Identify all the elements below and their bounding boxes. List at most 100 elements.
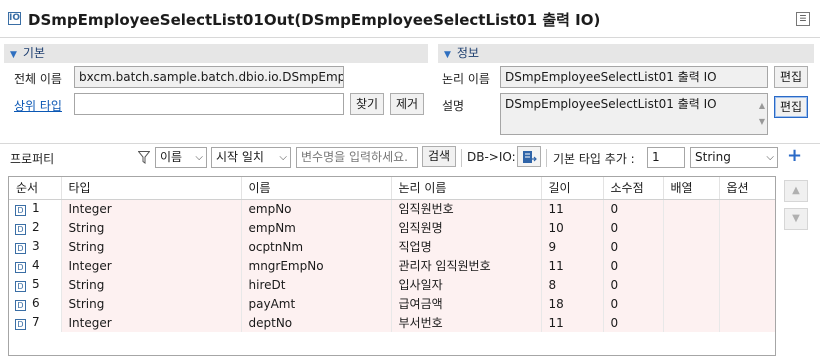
column-header[interactable]: 이름 xyxy=(241,177,392,200)
array-cell[interactable] xyxy=(663,313,720,332)
logical-name-cell[interactable]: 관리자 임직원번호 xyxy=(391,256,542,275)
array-cell[interactable] xyxy=(663,294,720,313)
match-mode-select[interactable]: 시작 일치 ⌵ xyxy=(211,147,291,168)
table-header-row: 순서 타입 이름 논리 이름 길이 소수점 배열 옵션 xyxy=(9,177,775,200)
type-cell[interactable]: String xyxy=(61,294,242,313)
column-header[interactable]: 배열 xyxy=(663,177,720,200)
decimal-cell[interactable]: 0 xyxy=(603,313,664,332)
option-cell[interactable] xyxy=(719,275,775,294)
type-cell[interactable]: String xyxy=(61,275,242,294)
description-edit-button[interactable]: 편집 xyxy=(774,96,808,118)
description-field[interactable]: DSmpEmployeeSelectList01 출력 IO ▲ ▼ xyxy=(500,93,768,135)
length-cell[interactable]: 8 xyxy=(541,275,604,294)
length-cell[interactable]: 11 xyxy=(541,313,604,332)
info-section-header[interactable]: ▼ 정보 xyxy=(438,44,814,63)
logical-name-cell[interactable]: 직업명 xyxy=(391,237,542,256)
db-to-io-button[interactable] xyxy=(517,146,541,167)
table-row[interactable]: D1 Integer empNo 임직원번호 11 0 xyxy=(9,199,775,218)
scroll-down-icon[interactable]: ▼ xyxy=(759,112,765,132)
chevron-down-icon: ⌵ xyxy=(766,152,774,163)
decimal-cell[interactable]: 0 xyxy=(603,256,664,275)
basic-section-title: 기본 xyxy=(22,46,46,60)
option-cell[interactable] xyxy=(719,218,775,237)
option-cell[interactable] xyxy=(719,256,775,275)
option-cell[interactable] xyxy=(719,199,775,218)
column-header[interactable]: 옵션 xyxy=(719,177,775,200)
type-select[interactable]: String ⌵ xyxy=(690,147,778,168)
option-cell[interactable] xyxy=(719,313,775,332)
decimal-cell[interactable]: 0 xyxy=(603,275,664,294)
type-cell[interactable]: Integer xyxy=(61,313,242,332)
array-cell[interactable] xyxy=(663,199,720,218)
triangle-up-icon: ▲ xyxy=(792,185,800,196)
table-row[interactable]: D2 String empNm 임직원명 10 0 xyxy=(9,218,775,237)
array-cell[interactable] xyxy=(663,237,720,256)
table-row[interactable]: D6 String payAmt 급여금액 18 0 xyxy=(9,294,775,313)
table-row[interactable]: D4 Integer mngrEmpNo 관리자 임직원번호 11 0 xyxy=(9,256,775,275)
length-cell[interactable]: 10 xyxy=(541,218,604,237)
logical-name-cell[interactable]: 입사일자 xyxy=(391,275,542,294)
view-menu-icon[interactable]: ☰ xyxy=(796,12,810,26)
name-cell[interactable]: empNo xyxy=(241,199,392,218)
full-name-field[interactable]: bxcm.batch.sample.batch.dbio.io.DSmpEmpl… xyxy=(74,66,344,88)
logical-name-cell[interactable]: 부서번호 xyxy=(391,313,542,332)
filter-icon xyxy=(138,151,150,164)
parent-type-field[interactable] xyxy=(74,93,344,115)
data-field-icon: D xyxy=(15,224,26,235)
length-cell[interactable]: 18 xyxy=(541,294,604,313)
move-down-button[interactable]: ▼ xyxy=(784,208,808,230)
logical-name-cell[interactable]: 급여금액 xyxy=(391,294,542,313)
move-up-button[interactable]: ▲ xyxy=(784,180,808,202)
length-cell[interactable]: 11 xyxy=(541,199,604,218)
order-cell: 6 xyxy=(32,296,40,310)
name-cell[interactable]: empNm xyxy=(241,218,392,237)
decimal-cell[interactable]: 0 xyxy=(603,237,664,256)
type-cell[interactable]: Integer xyxy=(61,256,242,275)
option-cell[interactable] xyxy=(719,237,775,256)
remove-button[interactable]: 제거 xyxy=(390,93,424,115)
table-row[interactable]: D7 Integer deptNo 부서번호 11 0 xyxy=(9,313,775,332)
length-cell[interactable]: 11 xyxy=(541,256,604,275)
name-cell[interactable]: ocptnNm xyxy=(241,237,392,256)
add-plus-icon[interactable]: + xyxy=(787,145,802,166)
table-row[interactable]: D5 String hireDt 입사일자 8 0 xyxy=(9,275,775,294)
option-cell[interactable] xyxy=(719,294,775,313)
column-header[interactable]: 논리 이름 xyxy=(391,177,542,200)
logical-name-field[interactable]: DSmpEmployeeSelectList01 출력 IO xyxy=(500,66,768,88)
array-cell[interactable] xyxy=(663,256,720,275)
logical-name-cell[interactable]: 임직원명 xyxy=(391,218,542,237)
decimal-cell[interactable]: 0 xyxy=(603,218,664,237)
name-cell[interactable]: mngrEmpNo xyxy=(241,256,392,275)
column-header[interactable]: 소수점 xyxy=(603,177,664,200)
length-cell[interactable]: 9 xyxy=(541,237,604,256)
parent-type-link[interactable]: 상위 타입 xyxy=(14,97,62,114)
basic-section-header[interactable]: ▼ 기본 xyxy=(4,44,428,63)
type-cell[interactable]: String xyxy=(61,218,242,237)
name-cell[interactable]: payAmt xyxy=(241,294,392,313)
logical-name-cell[interactable]: 임직원번호 xyxy=(391,199,542,218)
type-cell[interactable]: Integer xyxy=(61,199,242,218)
filter-field-select[interactable]: 이름 ⌵ xyxy=(155,147,207,168)
column-header[interactable]: 길이 xyxy=(541,177,604,200)
data-field-icon: D xyxy=(15,300,26,311)
search-input[interactable]: 변수명을 입력하세요. xyxy=(296,147,418,168)
decimal-cell[interactable]: 0 xyxy=(603,199,664,218)
find-button[interactable]: 찾기 xyxy=(350,93,384,115)
name-cell[interactable]: hireDt xyxy=(241,275,392,294)
column-header[interactable]: 순서 xyxy=(9,177,62,200)
type-cell[interactable]: String xyxy=(61,237,242,256)
logical-name-edit-button[interactable]: 편집 xyxy=(774,66,808,88)
add-count-input[interactable]: 1 xyxy=(647,147,685,168)
decimal-cell[interactable]: 0 xyxy=(603,294,664,313)
table-row[interactable]: D3 String ocptnNm 직업명 9 0 xyxy=(9,237,775,256)
order-cell: 7 xyxy=(32,315,40,329)
property-table: 순서 타입 이름 논리 이름 길이 소수점 배열 옵션 D1 Integer e… xyxy=(8,176,776,356)
name-cell[interactable]: deptNo xyxy=(241,313,392,332)
description-label: 설명 xyxy=(442,99,465,113)
array-cell[interactable] xyxy=(663,218,720,237)
search-button[interactable]: 검색 xyxy=(422,146,456,167)
array-cell[interactable] xyxy=(663,275,720,294)
column-header[interactable]: 타입 xyxy=(61,177,242,200)
collapse-triangle-icon: ▼ xyxy=(444,50,451,60)
database-import-icon xyxy=(523,151,537,163)
